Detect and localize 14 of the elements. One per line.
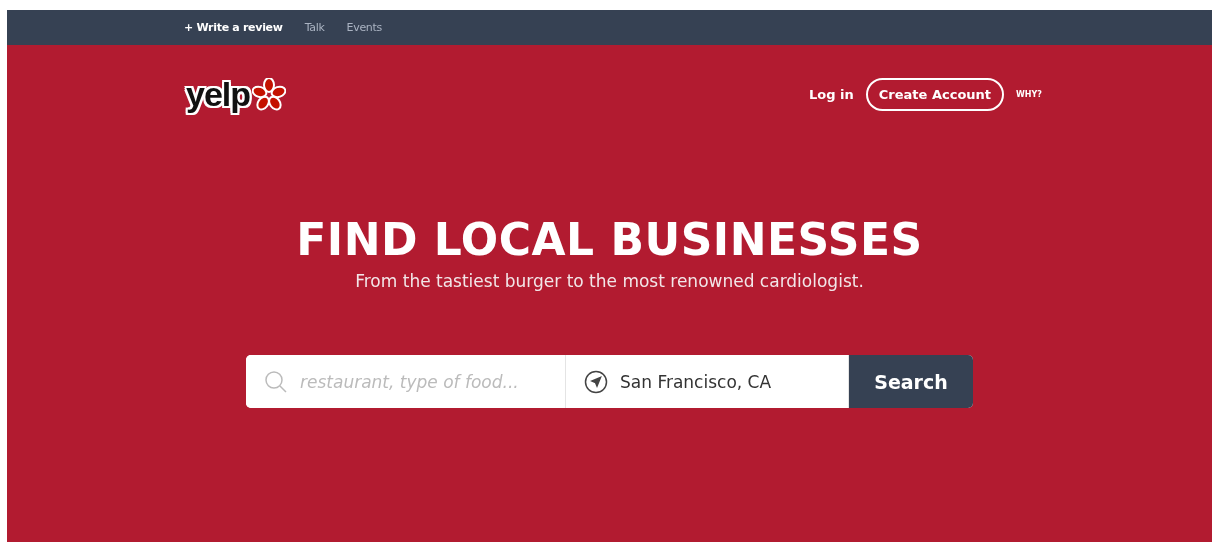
logo-text: yelp	[186, 75, 251, 114]
create-account-button[interactable]: Create Account	[865, 78, 1005, 111]
nav-link[interactable]: Events	[346, 21, 382, 34]
burst-icon	[252, 77, 287, 112]
nav-link[interactable]: Talk	[304, 21, 325, 34]
nav-link[interactable]: + Write a review	[184, 21, 283, 34]
search-button[interactable]: Search	[849, 355, 973, 408]
search-icon	[264, 369, 288, 394]
why-link[interactable]: WHY?	[1016, 90, 1042, 99]
location-field[interactable]: San Francisco, CA	[618, 370, 834, 393]
login-link[interactable]: Log in	[809, 87, 854, 102]
search-field[interactable]: restaurant, type of food...	[298, 370, 551, 393]
hero-title: FIND LOCAL BUSINESSES	[295, 214, 924, 265]
hero-subtitle: From the tastiest burger to the most renowned cardiologist.	[354, 271, 865, 291]
